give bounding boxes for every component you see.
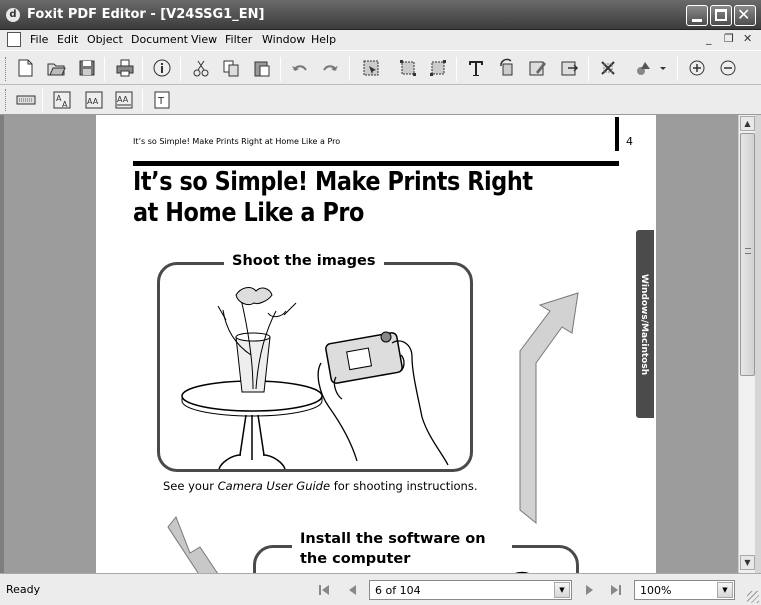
menu-file[interactable]: File <box>30 33 48 46</box>
install-software-label: Install the software on the computer <box>292 529 512 569</box>
document-viewport[interactable]: It’s so Simple! Make Prints Right at Hom… <box>0 115 738 573</box>
text-toolbar: AA AA AA T <box>0 85 761 115</box>
mdi-restore-button[interactable]: ❐ <box>724 32 734 45</box>
minimize-button[interactable] <box>686 5 708 26</box>
info-icon[interactable] <box>150 56 174 80</box>
menu-bar: File Edit Object Document View Filter Wi… <box>0 30 761 50</box>
toolbar-grip[interactable] <box>5 57 8 81</box>
maximize-button[interactable] <box>710 5 732 26</box>
caption-prefix: See your <box>163 479 218 493</box>
toolbar-separator <box>456 57 457 81</box>
document-icon[interactable] <box>7 32 21 47</box>
menu-window[interactable]: Window <box>262 33 305 46</box>
keyboard-icon[interactable] <box>14 88 38 112</box>
resize-grip[interactable] <box>747 591 759 603</box>
toolbar-separator <box>104 57 105 81</box>
toolbar-separator <box>280 57 281 81</box>
side-tab-label: Windows/Macintosh <box>639 274 649 376</box>
page-number-value: 6 of 104 <box>375 584 421 597</box>
caption-suffix: for shooting instructions. <box>330 479 478 493</box>
window-edge <box>755 115 761 573</box>
menu-view[interactable]: View <box>191 33 217 46</box>
copy-icon[interactable] <box>219 56 243 80</box>
shapes-dropdown-arrow[interactable] <box>656 56 670 80</box>
print-icon[interactable] <box>113 56 137 80</box>
status-bar: Ready 6 of 104 ▼ 100% ▼ <box>0 573 761 605</box>
zoom-field[interactable]: 100% ▼ <box>634 580 735 600</box>
text-tool-icon[interactable] <box>464 56 488 80</box>
page-dropdown-icon[interactable]: ▼ <box>554 582 570 598</box>
zoom-value: 100% <box>640 584 672 597</box>
cut-icon[interactable] <box>189 56 213 80</box>
toolbar-separator <box>677 57 678 81</box>
spacing-icon[interactable]: AA <box>112 88 136 112</box>
redo-icon[interactable] <box>318 56 342 80</box>
svg-text:A: A <box>62 100 68 109</box>
svg-text:T: T <box>157 96 165 107</box>
mdi-close-button[interactable]: ✕ <box>743 32 752 45</box>
open-icon[interactable] <box>44 56 68 80</box>
new-icon[interactable] <box>13 56 37 80</box>
platform-side-tab: Windows/Macintosh <box>636 230 654 418</box>
toolbar-separator <box>142 57 143 81</box>
toolbar-separator <box>588 57 589 81</box>
vertical-scrollbar[interactable]: ▲ ▼ <box>738 115 755 573</box>
toolbar-grip[interactable] <box>5 89 8 111</box>
foxit-logo-icon[interactable]: d <box>6 8 20 22</box>
font-icon[interactable]: AA <box>50 88 74 112</box>
thumb-grip-lines <box>745 248 751 254</box>
menu-object[interactable]: Object <box>87 33 123 46</box>
pdf-page[interactable]: It’s so Simple! Make Prints Right at Hom… <box>96 115 656 573</box>
previous-page-icon[interactable] <box>343 581 361 599</box>
zoom-in-icon[interactable] <box>685 56 709 80</box>
zoom-out-icon[interactable] <box>716 56 740 80</box>
window-title: Foxit PDF Editor - [V24SSG1_EN] <box>27 7 265 22</box>
toolbar-separator <box>180 57 181 81</box>
shapes-icon[interactable] <box>632 56 656 80</box>
next-page-icon[interactable] <box>581 581 599 599</box>
text-box-icon[interactable]: T <box>150 88 174 112</box>
menu-edit[interactable]: Edit <box>57 33 78 46</box>
toolbar-separator <box>42 89 43 111</box>
zoom-dropdown-icon[interactable]: ▼ <box>717 582 733 598</box>
rotate-icon[interactable] <box>495 56 519 80</box>
move-icon[interactable] <box>396 56 420 80</box>
crop-icon[interactable] <box>596 56 620 80</box>
scrollbar-thumb[interactable] <box>740 133 755 376</box>
first-page-icon[interactable] <box>315 581 333 599</box>
page-number-field[interactable]: 6 of 104 ▼ <box>369 580 572 600</box>
svg-text:AA: AA <box>117 95 129 104</box>
menu-document[interactable]: Document <box>131 33 188 46</box>
save-icon[interactable] <box>75 56 99 80</box>
paste-icon[interactable] <box>250 56 274 80</box>
scroll-down-button[interactable]: ▼ <box>740 555 755 570</box>
main-toolbar <box>0 50 761 85</box>
close-button[interactable]: ✕ <box>734 5 756 26</box>
scroll-up-button[interactable]: ▲ <box>740 116 755 131</box>
shoot-caption: See your Camera User Guide for shooting … <box>163 479 478 493</box>
select-object-icon[interactable] <box>359 56 383 80</box>
edit-image-icon[interactable] <box>525 56 549 80</box>
maximize-icon <box>715 9 727 21</box>
toolbar-separator <box>349 57 350 81</box>
export-icon[interactable] <box>557 56 581 80</box>
menu-help[interactable]: Help <box>311 33 336 46</box>
menu-filter[interactable]: Filter <box>225 33 252 46</box>
align-icon[interactable]: AA <box>82 88 106 112</box>
last-page-icon[interactable] <box>607 581 625 599</box>
caption-guide-title: Camera User Guide <box>217 479 331 493</box>
undo-icon[interactable] <box>288 56 312 80</box>
svg-text:AA: AA <box>87 97 99 106</box>
close-icon: ✕ <box>737 5 751 24</box>
status-text: Ready <box>6 583 41 596</box>
minimize-icon <box>692 19 702 22</box>
title-bar: d Foxit PDF Editor - [V24SSG1_EN] ✕ <box>0 0 761 30</box>
instruction-illustration <box>167 287 579 573</box>
resize-icon[interactable] <box>426 56 450 80</box>
toolbar-separator <box>142 89 143 111</box>
mdi-minimize-button[interactable]: _ <box>706 32 712 45</box>
